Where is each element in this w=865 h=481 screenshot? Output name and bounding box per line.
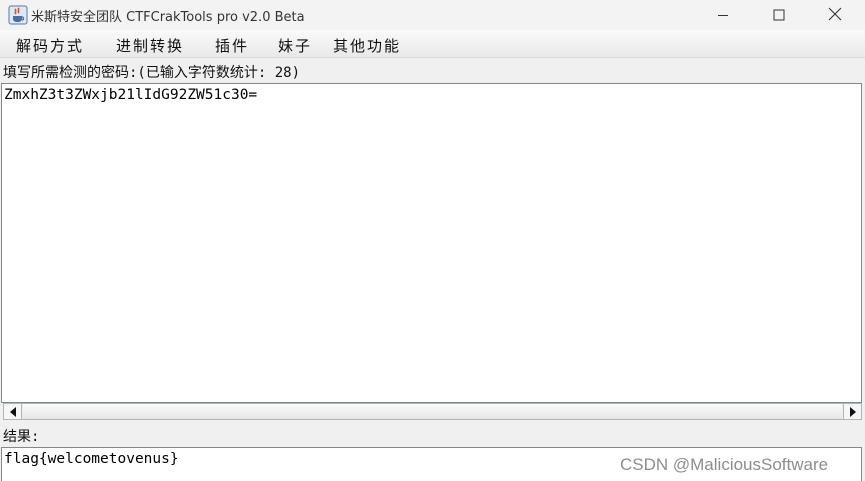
window-title: 米斯特安全团队 CTFCrakTools pro v2.0 Beta [31,10,305,25]
menu-other-functions[interactable]: 其他功能 [333,35,401,56]
ciphertext-value: ZmxhZ3t3ZWxjb21lIdG92ZW51c30= [4,87,258,103]
scroll-left-button[interactable] [4,404,22,419]
scroll-right-button[interactable] [843,404,861,419]
result-value: flag{welcometovenus} [4,451,179,467]
arrow-left-icon [9,402,17,421]
result-label: 结果: [3,429,40,445]
arrow-right-icon [849,402,857,421]
close-icon [828,6,842,25]
maximize-icon [773,6,785,25]
menu-plugins[interactable]: 插件 [215,35,249,56]
menu-bar: 解码方式 进制转换 插件 妹子 其他功能 [0,30,865,58]
maximize-button[interactable] [756,0,802,30]
java-app-icon[interactable] [8,5,28,25]
input-label: 填写所需检测的密码:(已输入字符数统计: 28) [3,65,300,81]
close-button[interactable] [812,0,858,30]
menu-decode[interactable]: 解码方式 [16,35,84,56]
title-bar: 米斯特安全团队 CTFCrakTools pro v2.0 Beta [0,0,865,30]
horizontal-scrollbar[interactable] [3,403,862,420]
minimize-button[interactable] [700,0,746,30]
menu-girls[interactable]: 妹子 [278,35,312,56]
watermark: CSDN @MaliciousSoftware [620,455,829,474]
minimize-icon [717,6,729,25]
ciphertext-textarea[interactable]: ZmxhZ3t3ZWxjb21lIdG92ZW51c30= [1,83,862,403]
menu-base-convert[interactable]: 进制转换 [116,35,184,56]
scroll-thumb[interactable] [23,404,842,419]
